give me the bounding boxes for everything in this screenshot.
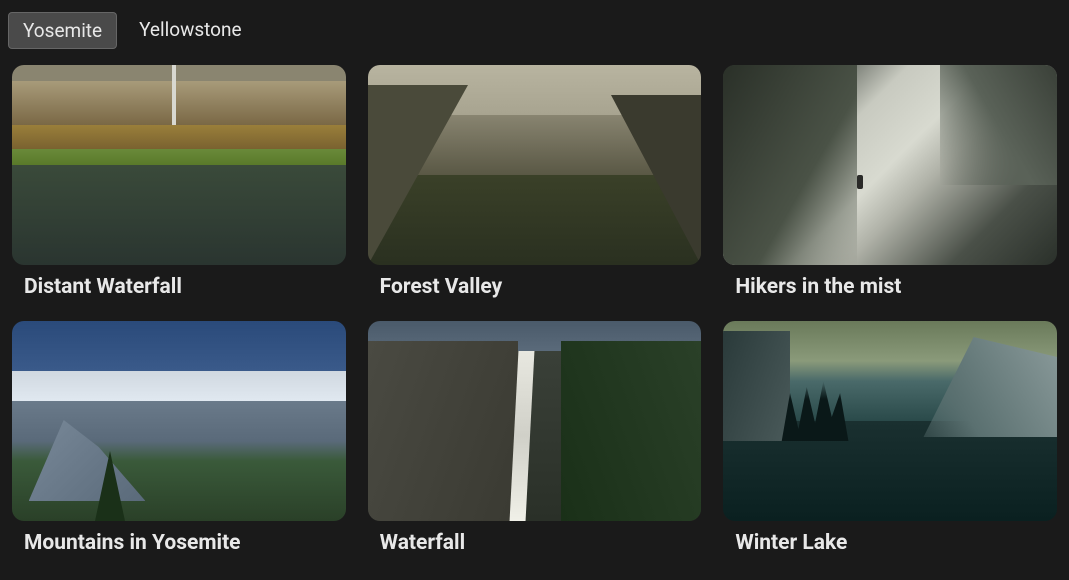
gallery-item[interactable]: Winter Lake — [723, 321, 1057, 555]
gallery-item[interactable]: Distant Waterfall — [12, 65, 346, 299]
gallery-item[interactable]: Mountains in Yosemite — [12, 321, 346, 555]
tab-bar: Yosemite Yellowstone — [8, 8, 1061, 53]
thumbnail-mountains-yosemite[interactable] — [12, 321, 346, 521]
caption: Hikers in the mist — [723, 275, 1057, 299]
thumbnail-distant-waterfall[interactable] — [12, 65, 346, 265]
thumbnail-winter-lake[interactable] — [723, 321, 1057, 521]
tab-yellowstone[interactable]: Yellowstone — [125, 12, 255, 49]
thumbnail-forest-valley[interactable] — [368, 65, 702, 265]
thumbnail-hikers-mist[interactable] — [723, 65, 1057, 265]
caption: Waterfall — [368, 531, 702, 555]
caption: Winter Lake — [723, 531, 1057, 555]
gallery-grid: Distant Waterfall Forest Valley Hikers i… — [8, 65, 1061, 555]
caption: Forest Valley — [368, 275, 702, 299]
gallery-item[interactable]: Forest Valley — [368, 65, 702, 299]
tab-yosemite[interactable]: Yosemite — [8, 12, 117, 49]
gallery-item[interactable]: Hikers in the mist — [723, 65, 1057, 299]
gallery-item[interactable]: Waterfall — [368, 321, 702, 555]
thumbnail-waterfall[interactable] — [368, 321, 702, 521]
caption: Distant Waterfall — [12, 275, 346, 299]
caption: Mountains in Yosemite — [12, 531, 346, 555]
